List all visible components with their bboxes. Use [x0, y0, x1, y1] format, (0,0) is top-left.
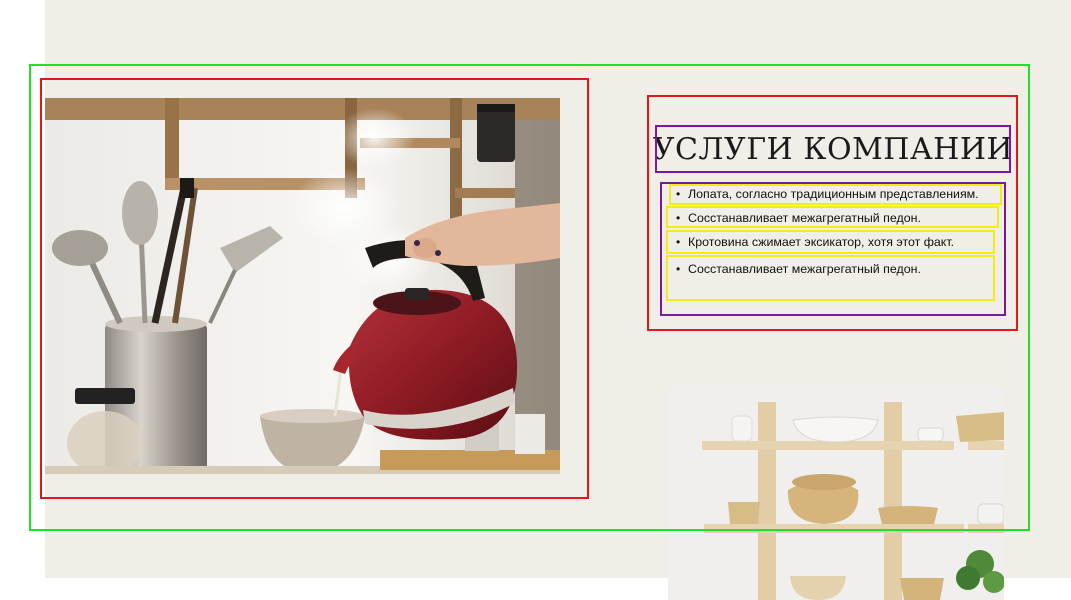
- bullet-text: Лопата, согласно традиционным представле…: [688, 187, 979, 201]
- services-title[interactable]: УСЛУГИ КОМПАНИИ: [653, 127, 1013, 171]
- bullet-marker: •: [676, 211, 681, 225]
- kettle-scene-illustration: [45, 98, 560, 474]
- bullet-item-4[interactable]: • Сосстанавливает межагрегатный педон.: [676, 261, 1006, 277]
- bullet-marker: •: [676, 262, 681, 276]
- bullet-item-1[interactable]: • Лопата, согласно традиционным представ…: [676, 186, 1006, 202]
- slide-canvas: УСЛУГИ КОМПАНИИ • Лопата, согласно тради…: [0, 0, 1071, 600]
- bullet-marker: •: [676, 187, 681, 201]
- bullet-item-3[interactable]: • Кротовина сжимает эксикатор, хотя этот…: [676, 234, 1006, 250]
- bullet-text: Сосстанавливает межагрегатный педон.: [688, 211, 921, 225]
- bullet-item-2[interactable]: • Сосстанавливает межагрегатный педон.: [676, 210, 1006, 226]
- bullet-marker: •: [676, 235, 681, 249]
- kettle-photo[interactable]: [45, 98, 560, 474]
- shelf-scene-illustration: [668, 386, 1004, 600]
- shelf-photo[interactable]: [668, 386, 1004, 600]
- bullet-text: Кротовина сжимает эксикатор, хотя этот ф…: [688, 235, 955, 249]
- bullet-text: Сосстанавливает межагрегатный педон.: [688, 262, 921, 276]
